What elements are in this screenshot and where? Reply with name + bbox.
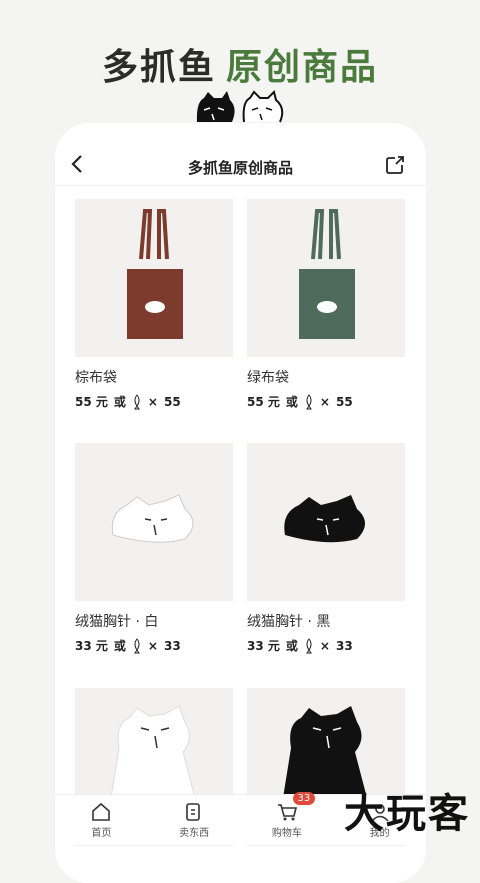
product-card[interactable]: 绒猫胸针 · 白 33 元或 × 33: [75, 443, 233, 654]
product-card[interactable]: 棕布袋 55 元或 × 55: [75, 199, 233, 410]
product-name: 绿布袋: [247, 370, 289, 386]
product-price: 55 元或 × 55: [75, 393, 181, 409]
tab-label: 卖东西: [179, 827, 210, 839]
sell-icon: [186, 802, 200, 821]
fish-icon: [305, 393, 312, 409]
fish-icon: [305, 637, 312, 653]
product-price: 33 元或 × 33: [247, 637, 353, 653]
share-icon[interactable]: [384, 154, 406, 176]
home-icon: [92, 802, 111, 821]
top-nav: 多抓鱼原创商品: [55, 123, 426, 186]
product-name: 棕布袋: [75, 370, 117, 386]
tab-home[interactable]: 首页: [55, 795, 148, 845]
fish-icon: [133, 637, 140, 653]
product-card[interactable]: 绿布袋 55 元或 × 55: [247, 199, 405, 410]
product-image: [75, 199, 233, 357]
product-price: 55 元或 × 55: [247, 393, 353, 409]
product-card[interactable]: 绒猫胸针 · 黑 33 元或 × 33: [247, 443, 405, 654]
banner-title: 多抓鱼 原创商品: [0, 38, 480, 90]
banner-part1: 多抓鱼: [101, 47, 216, 88]
product-image: [247, 443, 405, 601]
watermark: 大玩客: [344, 791, 470, 837]
product-name: 绒猫胸针 · 白: [75, 614, 159, 630]
tab-cart[interactable]: 购物车 33: [241, 792, 334, 845]
tab-label: 购物车: [271, 827, 302, 839]
cat-mascot-icon: [196, 90, 284, 123]
tab-label: 首页: [91, 827, 112, 839]
cart-badge: 33: [292, 792, 316, 805]
phone-screen: 多抓鱼原创商品 棕布袋 55 元或 × 55 绿布袋 55 元或 × 55 绒猫胸针 ·…: [55, 123, 426, 883]
fish-icon: [133, 393, 140, 409]
product-image: [247, 199, 405, 357]
product-image: [75, 443, 233, 601]
banner-part2: 原创商品: [226, 47, 379, 88]
product-name: 绒猫胸针 · 黑: [247, 614, 331, 630]
cart-icon: [277, 803, 297, 820]
product-price: 33 元或 × 33: [75, 637, 181, 653]
tab-sell[interactable]: 卖东西: [148, 795, 241, 845]
page-title: 多抓鱼原创商品: [187, 159, 293, 177]
